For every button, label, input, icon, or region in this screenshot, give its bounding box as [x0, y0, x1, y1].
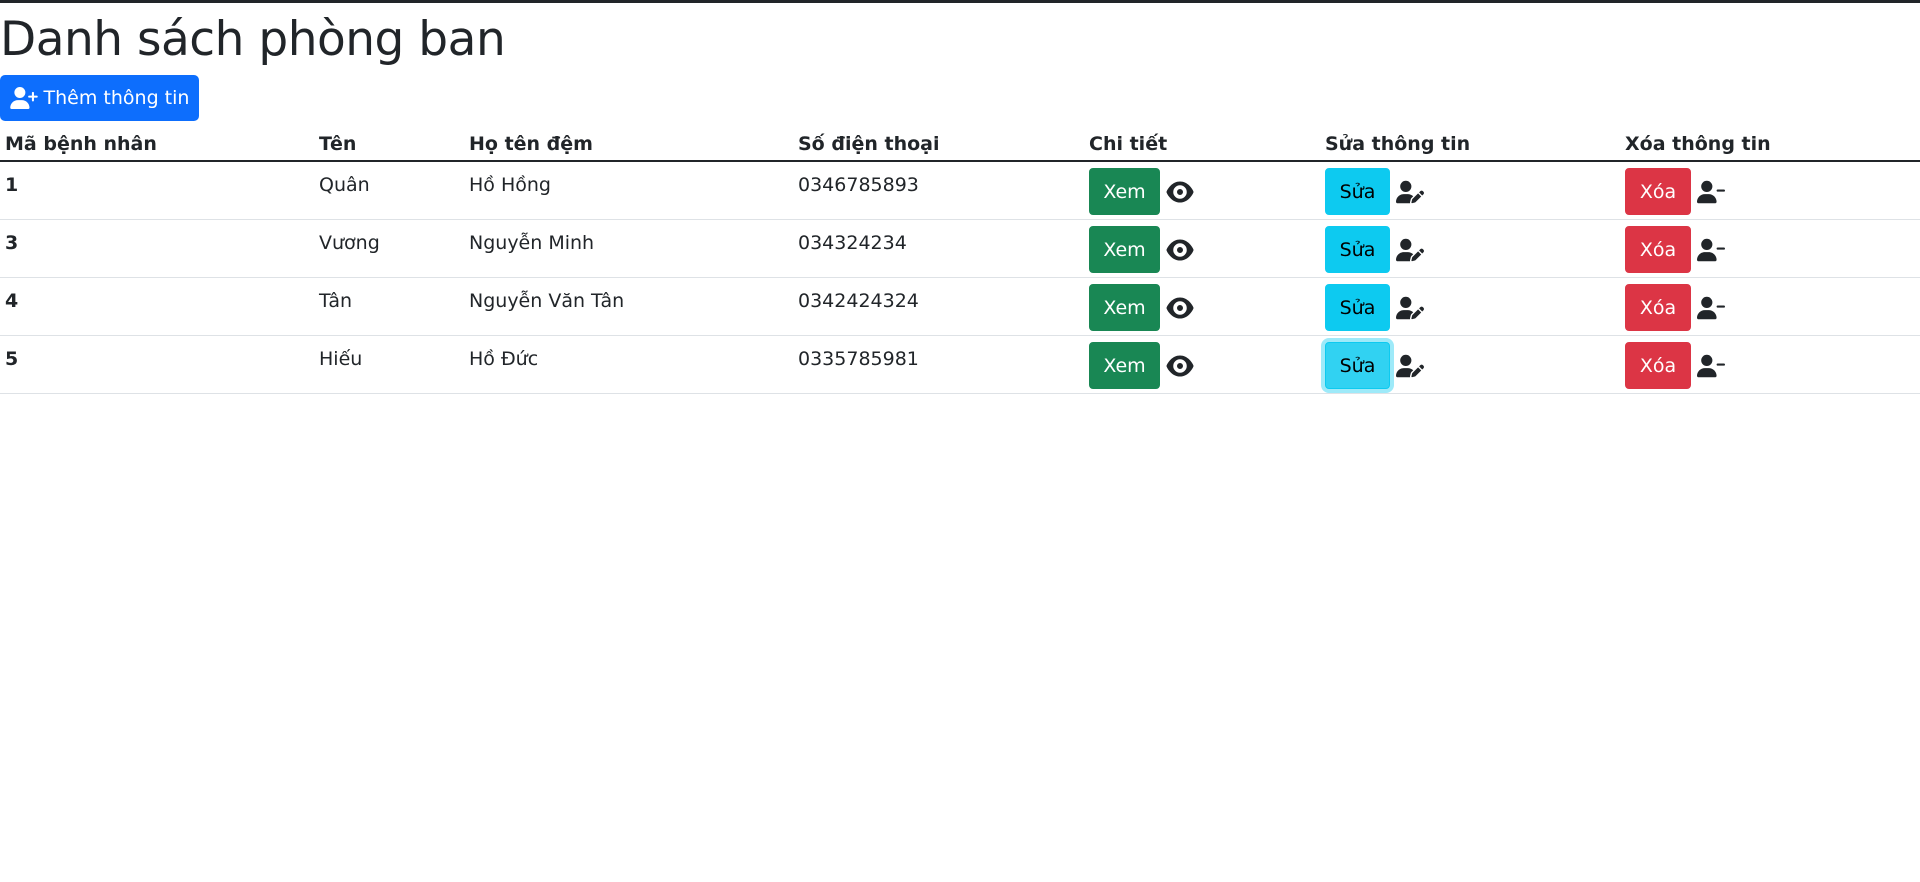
cell-xoa-thong-tin: Xóa: [1620, 161, 1920, 220]
delete-button[interactable]: Xóa: [1625, 226, 1691, 273]
edit-button[interactable]: Sửa: [1325, 342, 1390, 389]
view-button[interactable]: Xem: [1089, 168, 1160, 215]
table-header-row: Mã bệnh nhân Tên Họ tên đệm Số điện thoạ…: [0, 128, 1920, 162]
eye-icon: [1166, 296, 1194, 320]
cell-ten: Quân: [314, 161, 464, 220]
header-sua-thong-tin: Sửa thông tin: [1320, 128, 1620, 162]
cell-id: 5: [0, 335, 314, 394]
cell-sua-thong-tin: Sửa: [1320, 219, 1620, 278]
cell-sua-thong-tin: Sửa: [1320, 277, 1620, 336]
header-ten: Tên: [314, 128, 464, 162]
page-title: Danh sách phòng ban: [0, 12, 506, 67]
cell-ho-ten-dem: Hồ Hồng: [464, 161, 793, 220]
cell-ten: Vương: [314, 219, 464, 278]
table-row: 4 Tân Nguyễn Văn Tân 0342424324 Xem Sửa Xóa: [0, 277, 1920, 336]
view-button[interactable]: Xem: [1089, 342, 1160, 389]
cell-xoa-thong-tin: Xóa: [1620, 277, 1920, 336]
cell-so-dien-thoai: 0342424324: [793, 277, 1084, 336]
cell-ho-ten-dem: Hồ Đức: [464, 335, 793, 394]
eye-icon: [1166, 180, 1194, 204]
user-minus-icon: [1697, 354, 1725, 378]
table-row: 5 Hiếu Hồ Đức 0335785981 Xem Sửa Xóa: [0, 335, 1920, 394]
edit-button[interactable]: Sửa: [1325, 226, 1390, 273]
cell-ten: Tân: [314, 277, 464, 336]
cell-so-dien-thoai: 0335785981: [793, 335, 1084, 394]
delete-button[interactable]: Xóa: [1625, 342, 1691, 389]
header-so-dien-thoai: Số điện thoại: [793, 128, 1084, 162]
eye-icon: [1166, 354, 1194, 378]
cell-chi-tiet: Xem: [1084, 161, 1320, 220]
header-chi-tiet: Chi tiết: [1084, 128, 1320, 162]
top-border: [0, 0, 1920, 3]
user-minus-icon: [1697, 296, 1725, 320]
header-xoa-thong-tin: Xóa thông tin: [1620, 128, 1920, 162]
user-plus-icon: [9, 87, 38, 109]
cell-ho-ten-dem: Nguyễn Văn Tân: [464, 277, 793, 336]
header-ma-benh-nhan: Mã bệnh nhân: [0, 128, 314, 162]
table-row: 1 Quân Hồ Hồng 0346785893 Xem Sửa Xóa: [0, 161, 1920, 220]
cell-id: 4: [0, 277, 314, 336]
cell-id: 1: [0, 161, 314, 220]
user-pen-icon: [1396, 238, 1424, 262]
department-table: Mã bệnh nhân Tên Họ tên đệm Số điện thoạ…: [0, 128, 1920, 394]
table-row: 3 Vương Nguyễn Minh 034324234 Xem Sửa Xóa: [0, 219, 1920, 278]
cell-chi-tiet: Xem: [1084, 335, 1320, 394]
cell-ten: Hiếu: [314, 335, 464, 394]
add-info-label: Thêm thông tin: [43, 87, 190, 109]
eye-icon: [1166, 238, 1194, 262]
view-button[interactable]: Xem: [1089, 284, 1160, 331]
cell-sua-thong-tin: Sửa: [1320, 335, 1620, 394]
user-pen-icon: [1396, 354, 1424, 378]
user-minus-icon: [1697, 238, 1725, 262]
user-minus-icon: [1697, 180, 1725, 204]
user-pen-icon: [1396, 296, 1424, 320]
delete-button[interactable]: Xóa: [1625, 168, 1691, 215]
user-pen-icon: [1396, 180, 1424, 204]
cell-xoa-thong-tin: Xóa: [1620, 219, 1920, 278]
cell-id: 3: [0, 219, 314, 278]
cell-ho-ten-dem: Nguyễn Minh: [464, 219, 793, 278]
cell-xoa-thong-tin: Xóa: [1620, 335, 1920, 394]
add-info-button[interactable]: Thêm thông tin: [0, 75, 199, 121]
edit-button[interactable]: Sửa: [1325, 168, 1390, 215]
cell-so-dien-thoai: 034324234: [793, 219, 1084, 278]
cell-chi-tiet: Xem: [1084, 277, 1320, 336]
cell-sua-thong-tin: Sửa: [1320, 161, 1620, 220]
edit-button[interactable]: Sửa: [1325, 284, 1390, 331]
cell-so-dien-thoai: 0346785893: [793, 161, 1084, 220]
view-button[interactable]: Xem: [1089, 226, 1160, 273]
header-ho-ten-dem: Họ tên đệm: [464, 128, 793, 162]
delete-button[interactable]: Xóa: [1625, 284, 1691, 331]
cell-chi-tiet: Xem: [1084, 219, 1320, 278]
